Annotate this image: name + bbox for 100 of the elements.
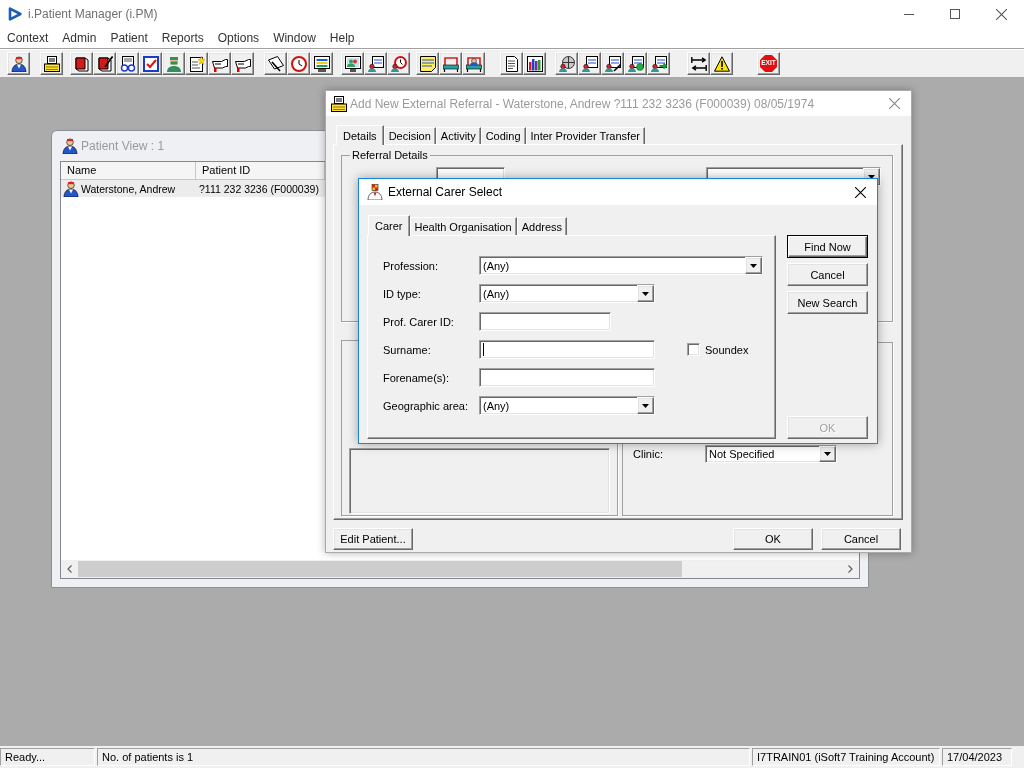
- column-header[interactable]: Name: [61, 162, 196, 180]
- toolbar-button[interactable]: [93, 52, 116, 75]
- swap-arrows-icon: [690, 55, 707, 72]
- menu-item[interactable]: Patient: [103, 29, 155, 47]
- toolbar-button[interactable]: [185, 52, 208, 75]
- dropdown-button[interactable]: [637, 397, 654, 414]
- toolbar-button[interactable]: [139, 52, 162, 75]
- document-pen-icon: [267, 55, 284, 72]
- table-cell: ?111 232 3236 (F000039): [199, 182, 319, 195]
- toolbar-button[interactable]: [500, 52, 523, 75]
- dialog-title: Add New External Referral - Waterstone, Andrew ?111 232 3236 (F000039) 08/05/1974: [350, 96, 815, 111]
- toolbar-button[interactable]: [710, 52, 733, 75]
- tab[interactable]: Coding: [480, 127, 526, 144]
- toolbar-button[interactable]: [387, 52, 410, 75]
- dialog-button[interactable]: Find Now: [787, 235, 868, 258]
- dialog-button[interactable]: Cancel: [787, 263, 868, 286]
- toolbar-button[interactable]: [364, 52, 387, 75]
- toolbar-button[interactable]: [687, 52, 710, 75]
- doctor-icon: [62, 138, 78, 154]
- toolbar-button[interactable]: [439, 52, 462, 75]
- doctor-icon: [10, 55, 27, 72]
- input-field[interactable]: [479, 368, 655, 387]
- caret-down-icon: [824, 452, 831, 456]
- menu-item[interactable]: Help: [322, 29, 362, 47]
- input-field[interactable]: [479, 340, 655, 359]
- column-header[interactable]: Patient ID: [196, 162, 325, 180]
- toolbar-button[interactable]: [341, 52, 364, 75]
- dropdown-button[interactable]: [745, 257, 762, 274]
- toolbar-button[interactable]: [231, 52, 254, 75]
- dropdown-field[interactable]: (Any): [479, 284, 655, 303]
- toolbar-button[interactable]: [208, 52, 231, 75]
- close-icon: [888, 98, 900, 109]
- tab[interactable]: Address: [516, 217, 568, 235]
- window-title: i.Patient Manager (i.PM): [28, 7, 158, 21]
- tab[interactable]: Details: [336, 125, 384, 145]
- bar-chart-icon: [526, 55, 543, 72]
- toolbar-button[interactable]: [40, 52, 63, 75]
- toolbar-button[interactable]: [416, 52, 439, 75]
- notebook-pen-icon: [96, 55, 113, 72]
- tab[interactable]: Carer: [368, 215, 410, 236]
- monitor-people-icon: [344, 55, 361, 72]
- menu-item[interactable]: Context: [0, 29, 56, 47]
- menu-item[interactable]: Options: [210, 29, 267, 47]
- dialog-button[interactable]: New Search: [787, 291, 868, 314]
- book-icon: [73, 55, 90, 72]
- menu-item[interactable]: Reports: [154, 29, 211, 47]
- toolbar-button[interactable]: [624, 52, 647, 75]
- toolbar-button[interactable]: [555, 52, 578, 75]
- menu-item[interactable]: Admin: [55, 29, 104, 47]
- printer-icon: [43, 55, 60, 72]
- toolbar-button[interactable]: [462, 52, 485, 75]
- document-icon: [503, 55, 520, 72]
- note-icon: [419, 55, 436, 72]
- toolbar-button[interactable]: [310, 52, 333, 75]
- dropdown-field[interactable]: (Any): [479, 256, 763, 275]
- tab[interactable]: Health Organisation: [409, 217, 517, 235]
- caret-down-icon: [750, 263, 757, 268]
- form-person-icon: [367, 55, 384, 72]
- chevron-right-icon: [848, 565, 853, 573]
- toolbar-button[interactable]: [578, 52, 601, 75]
- checkbox[interactable]: [687, 343, 700, 356]
- checkbox-label[interactable]: Soundex: [705, 343, 749, 356]
- form-arrows-icon: [650, 55, 667, 72]
- toolbar-button[interactable]: [647, 52, 670, 75]
- notes-field[interactable]: [349, 448, 610, 514]
- field-label: ID type:: [383, 287, 422, 300]
- form-pen-icon: [604, 55, 621, 72]
- dropdown-field[interactable]: (Any): [479, 396, 655, 415]
- minimize-icon: [904, 13, 914, 15]
- dialog-button[interactable]: Edit Patient...: [333, 528, 413, 550]
- dialog-button[interactable]: OK: [733, 528, 813, 550]
- clock-icon: [290, 55, 307, 72]
- maximize-icon: [950, 9, 960, 19]
- toolbar-button[interactable]: [7, 52, 30, 75]
- input-field[interactable]: [479, 312, 611, 331]
- globe-person-icon: [558, 55, 575, 72]
- field-label: Prof. Carer ID:: [383, 315, 455, 328]
- toolbar-button[interactable]: [116, 52, 139, 75]
- dropdown-field[interactable]: Not Specified: [705, 445, 837, 463]
- menu-item[interactable]: Window: [266, 29, 323, 47]
- tick-box-icon: [142, 55, 159, 72]
- doctor-icon: [63, 180, 79, 197]
- status-panel: 17/04/2023: [942, 748, 1012, 766]
- toolbar-button[interactable]: [601, 52, 624, 75]
- toolbar-button[interactable]: [264, 52, 287, 75]
- dropdown-button[interactable]: [637, 285, 654, 302]
- status-panel: I7TRAIN01 (iSoft7 Training Account): [752, 748, 940, 766]
- dropdown-button[interactable]: [819, 446, 836, 462]
- toolbar-button[interactable]: [523, 52, 546, 75]
- glasses-document-icon: [119, 55, 136, 72]
- tab[interactable]: Decision: [383, 127, 436, 144]
- dialog-button[interactable]: Cancel: [821, 528, 901, 550]
- tab[interactable]: Inter Provider Transfer: [525, 127, 645, 144]
- caret-down-icon: [642, 403, 649, 408]
- window-title: Patient View : 1: [81, 139, 165, 153]
- printer-icon: [331, 95, 347, 112]
- scrollbar-thumb[interactable]: [78, 561, 682, 577]
- tab[interactable]: Activity: [435, 127, 481, 144]
- form-globe-icon: [627, 55, 644, 72]
- toolbar-button[interactable]: [70, 52, 93, 75]
